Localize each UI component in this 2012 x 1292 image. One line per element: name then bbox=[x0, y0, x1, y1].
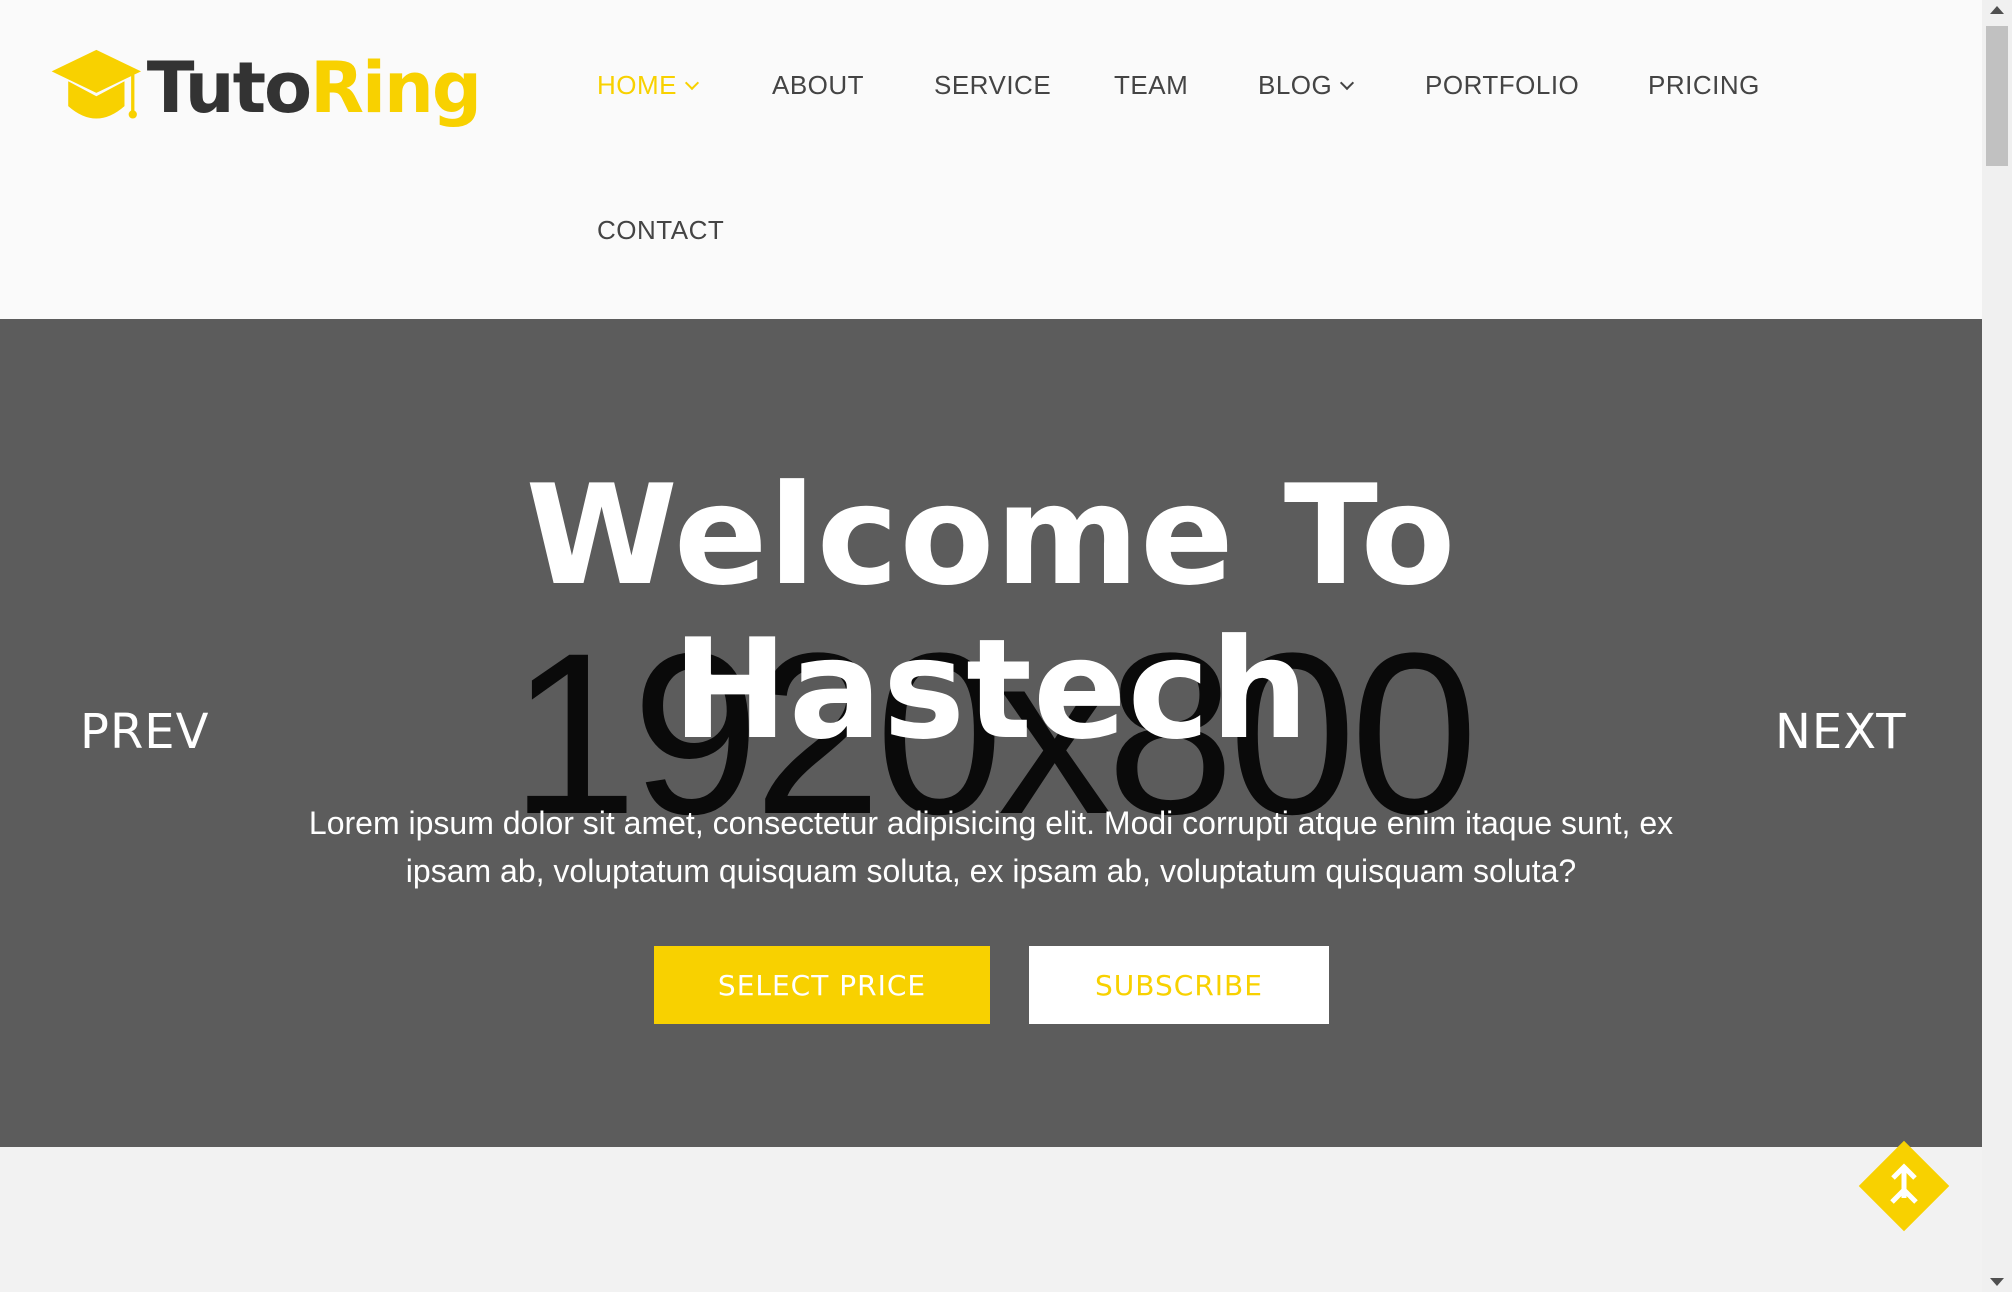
vertical-scrollbar[interactable] bbox=[1982, 0, 2012, 1292]
scroll-to-top-button[interactable] bbox=[1848, 1130, 1960, 1242]
nav-item-blog[interactable]: BLOG bbox=[1258, 70, 1355, 101]
hero-description-line1: Lorem ipsum dolor sit amet, consectetur … bbox=[308, 805, 1674, 841]
prev-slide-button[interactable]: PREV bbox=[80, 704, 209, 760]
nav-item-contact-label: CONTACT bbox=[597, 215, 725, 245]
select-price-button[interactable]: SELECT PRICE bbox=[654, 946, 990, 1024]
hero-description-line2: ipsam ab, voluptatum quisquam soluta, ex… bbox=[405, 853, 1577, 889]
scrollbar-thumb[interactable] bbox=[1986, 26, 2008, 166]
arrow-up-icon bbox=[1858, 1140, 1950, 1232]
hero-title: Welcome To Hastech bbox=[0, 459, 1982, 767]
hero-title-line2: Hastech bbox=[672, 609, 1310, 770]
nav-item-portfolio-label: PORTFOLIO bbox=[1425, 70, 1580, 100]
chevron-down-icon bbox=[684, 75, 700, 91]
nav-item-team[interactable]: TEAM bbox=[1114, 70, 1188, 101]
scroll-down-arrow-icon[interactable] bbox=[1990, 1278, 2004, 1286]
subscribe-button[interactable]: SUBSCRIBE bbox=[1029, 946, 1329, 1024]
site-header: TutoRing HOME ABOUT SERVICE TEAM BLOG PO… bbox=[0, 0, 1982, 319]
nav-item-home[interactable]: HOME bbox=[597, 70, 700, 101]
hero-slider: 1920x800 Welcome To Hastech Lorem ipsum … bbox=[0, 319, 1982, 1147]
next-slide-button[interactable]: NEXT bbox=[1775, 704, 1907, 760]
nav-item-team-label: TEAM bbox=[1114, 70, 1189, 100]
nav-item-portfolio[interactable]: PORTFOLIO bbox=[1425, 70, 1579, 101]
nav-item-service-label: SERVICE bbox=[934, 70, 1052, 100]
page: TutoRing HOME ABOUT SERVICE TEAM BLOG PO… bbox=[0, 0, 2012, 1292]
nav-item-pricing-label: PRICING bbox=[1648, 70, 1760, 100]
main-nav: HOME ABOUT SERVICE TEAM BLOG PORTFOLIO P… bbox=[0, 0, 1982, 319]
hero-description: Lorem ipsum dolor sit amet, consectetur … bbox=[270, 799, 1712, 895]
nav-item-pricing[interactable]: PRICING bbox=[1648, 70, 1760, 101]
nav-item-about-label: ABOUT bbox=[772, 70, 865, 100]
scroll-up-arrow-icon[interactable] bbox=[1990, 6, 2004, 14]
nav-item-home-label: HOME bbox=[597, 70, 677, 100]
nav-item-about[interactable]: ABOUT bbox=[772, 70, 864, 101]
nav-item-service[interactable]: SERVICE bbox=[934, 70, 1051, 101]
hero-title-line1: Welcome To bbox=[525, 455, 1457, 616]
nav-item-blog-label: BLOG bbox=[1258, 70, 1333, 100]
nav-item-contact[interactable]: CONTACT bbox=[597, 215, 724, 246]
chevron-down-icon bbox=[1340, 75, 1355, 91]
